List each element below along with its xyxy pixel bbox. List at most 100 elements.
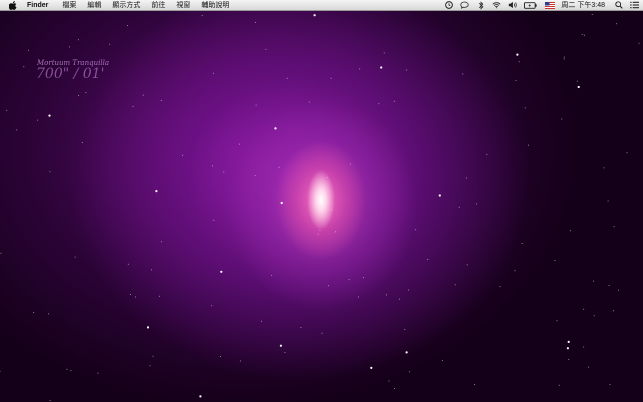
star (23, 66, 25, 68)
star (458, 206, 460, 208)
star (155, 190, 158, 193)
star (583, 308, 585, 310)
star (77, 39, 79, 41)
star (363, 277, 364, 279)
star (613, 310, 615, 312)
star (0, 252, 2, 254)
star (48, 114, 51, 117)
star (28, 49, 29, 51)
battery-icon[interactable] (524, 1, 538, 10)
star (613, 226, 615, 228)
bluetooth-icon[interactable] (476, 0, 485, 10)
star (69, 46, 71, 48)
star (378, 103, 380, 105)
star (278, 166, 280, 168)
star (201, 15, 203, 17)
star (159, 295, 161, 297)
star (223, 171, 225, 173)
star (261, 320, 262, 322)
menu-app-finder[interactable]: Finder (27, 0, 48, 11)
star (331, 209, 333, 211)
star (558, 384, 560, 386)
star (593, 315, 595, 317)
star (132, 105, 134, 107)
star (142, 94, 144, 96)
menu-view[interactable]: 顯示方式 (112, 0, 140, 11)
star (313, 14, 316, 17)
star (327, 285, 329, 287)
star (274, 127, 277, 130)
time-machine-icon[interactable] (444, 1, 453, 10)
star (576, 80, 578, 82)
star (37, 119, 39, 121)
menu-edit[interactable]: 編輯 (87, 0, 101, 11)
star (561, 118, 563, 120)
star (415, 229, 417, 231)
star (321, 332, 323, 334)
star (380, 66, 383, 69)
star (238, 143, 240, 145)
apple-menu-icon[interactable] (8, 0, 18, 10)
star (404, 328, 406, 330)
star (74, 256, 76, 258)
star (569, 230, 571, 232)
star (319, 229, 321, 231)
star (127, 25, 128, 27)
star (219, 356, 221, 357)
star (399, 298, 401, 300)
menu-help[interactable]: 輔助說明 (201, 0, 229, 11)
star (160, 100, 162, 101)
star (618, 289, 620, 291)
star (348, 279, 350, 281)
star (603, 167, 605, 169)
menu-go[interactable]: 前往 (151, 0, 165, 11)
star (386, 294, 387, 296)
star (406, 69, 408, 71)
wifi-icon[interactable] (492, 1, 501, 10)
star (255, 104, 257, 106)
menu-file[interactable]: 檔案 (62, 0, 76, 11)
star (568, 359, 570, 360)
star (563, 56, 565, 58)
star (476, 203, 478, 205)
star (388, 380, 390, 382)
star (161, 241, 162, 243)
star (554, 259, 556, 261)
star (357, 296, 359, 298)
star (213, 72, 215, 74)
star (556, 320, 558, 322)
desktop[interactable]: Mortuum Tranquilla 700" / 01' Finder 檔案 … (0, 0, 643, 402)
volume-icon[interactable] (508, 1, 518, 10)
notification-center-icon[interactable] (630, 1, 639, 10)
star (33, 312, 35, 313)
menu-window[interactable]: 視窗 (176, 0, 190, 11)
star (254, 21, 256, 23)
star (330, 77, 332, 79)
star (199, 395, 202, 398)
star (474, 384, 476, 386)
star (47, 313, 49, 315)
star (588, 366, 590, 368)
spotlight-search-icon[interactable] (614, 1, 623, 10)
chat-icon[interactable] (460, 1, 470, 10)
menu-clock[interactable]: 周二 下午3:48 (561, 0, 605, 10)
star (486, 154, 488, 156)
star (109, 43, 111, 45)
menu-bar: Finder 檔案 編輯 顯示方式 前往 視窗 輔助說明 周二 下午3:48 (0, 0, 643, 11)
star (359, 68, 361, 70)
flag-us-icon[interactable] (544, 1, 555, 10)
star (6, 109, 8, 111)
star (308, 101, 310, 103)
star (383, 52, 385, 54)
star (212, 165, 214, 167)
star (335, 231, 336, 233)
star (181, 154, 183, 156)
star (581, 34, 583, 35)
star (284, 351, 286, 353)
star (393, 100, 395, 102)
star (286, 77, 288, 79)
star (0, 370, 1, 372)
star (567, 340, 570, 343)
star (528, 144, 530, 146)
star (317, 233, 319, 235)
